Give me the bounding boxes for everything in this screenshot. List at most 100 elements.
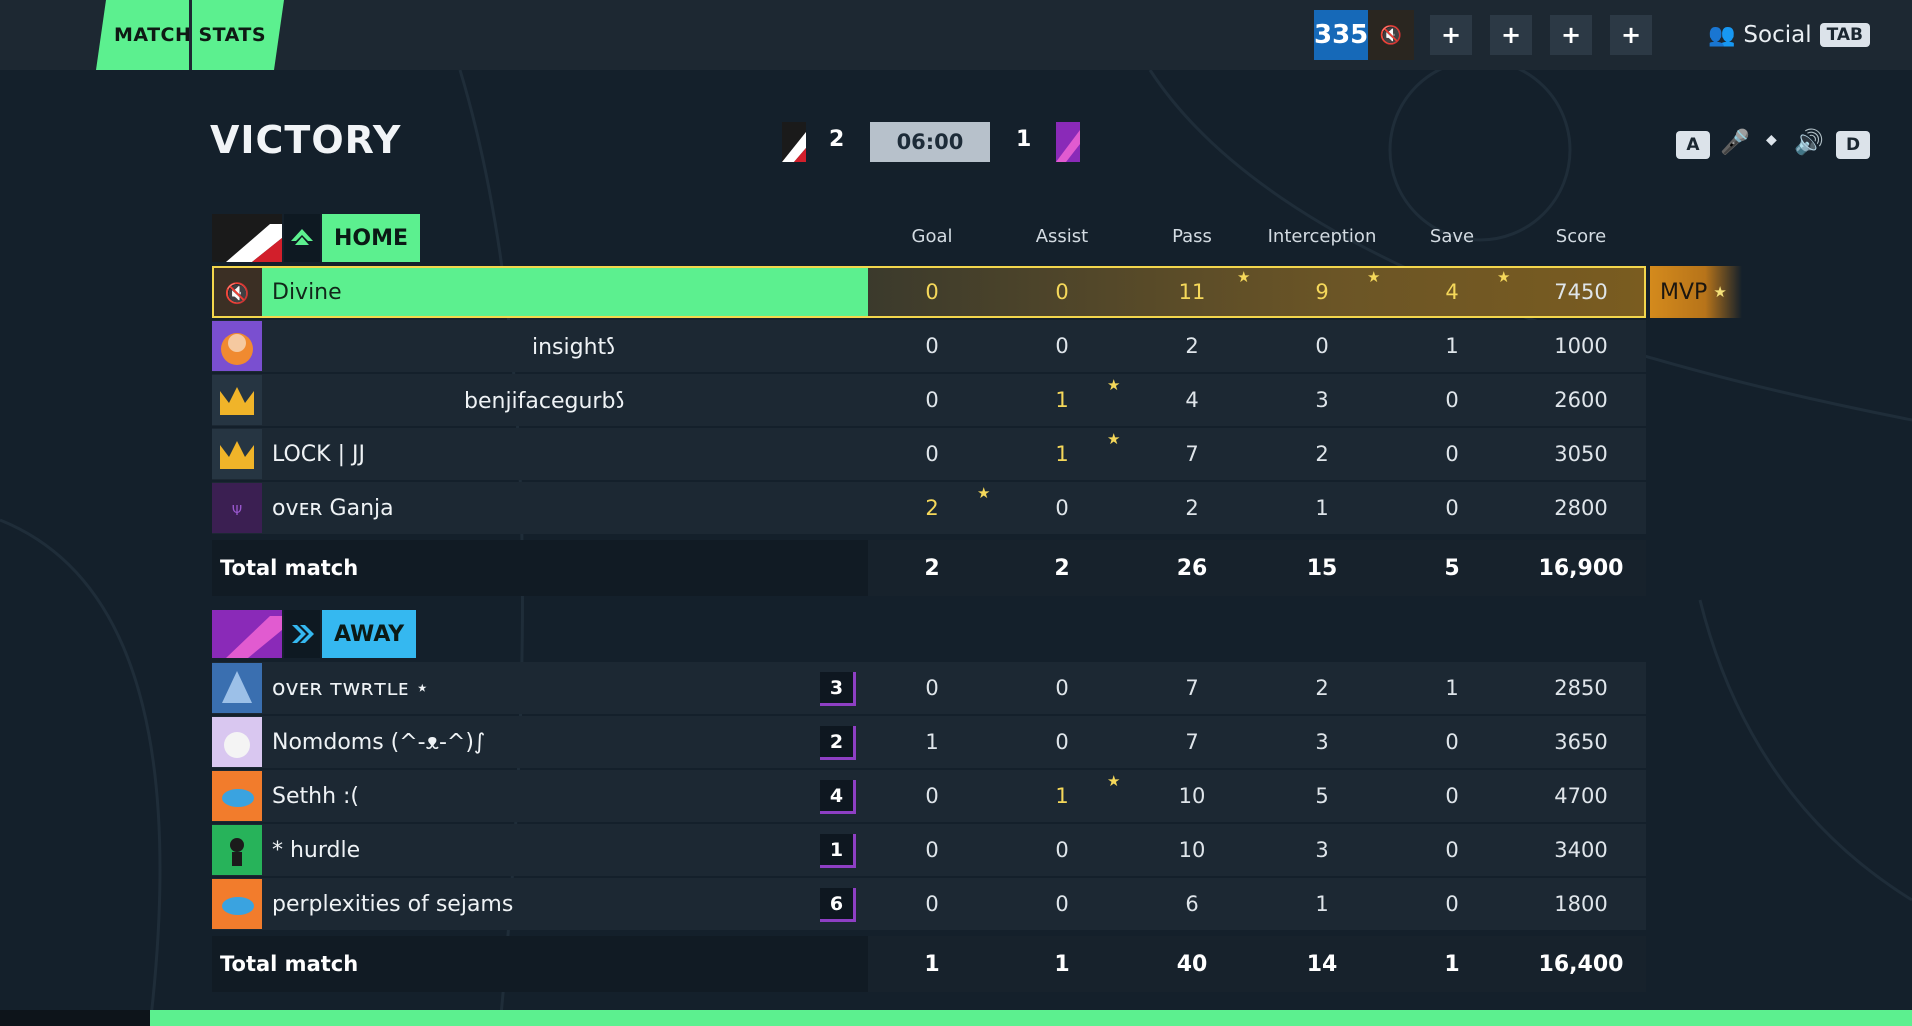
star-icon: ★	[1107, 772, 1121, 790]
player-name: insight𐑕	[532, 335, 615, 360]
a-key-hint[interactable]: A	[1676, 131, 1710, 159]
stat-pass: 10	[1178, 784, 1206, 808]
stat-interception: 3	[1315, 730, 1329, 754]
player-avatar	[212, 375, 262, 425]
tab-key-hint: TAB	[1819, 23, 1870, 47]
match-result: VICTORY	[210, 118, 402, 162]
stat-interception: 5	[1315, 784, 1329, 808]
speaker-icon[interactable]: 🔊	[1794, 128, 1824, 156]
stat-pass: 7	[1185, 676, 1199, 700]
star-icon: ★	[977, 484, 991, 502]
player-rank-badge: 1	[820, 834, 856, 868]
mic-muted-icon[interactable]: 🎤	[1720, 128, 1750, 156]
stat-goal: 0	[925, 838, 939, 862]
match-stats-tab[interactable]: MATCH STATS	[96, 0, 284, 70]
mvp-star-icon: ★	[1713, 283, 1727, 301]
stat-pass: 6	[1185, 892, 1199, 916]
home-team-header: HOME	[212, 214, 421, 262]
away-player-row[interactable]: ᴏᴠᴇʀ ᴛᴡʀᴛʟᴇ ⋆ 3 0 0 7 2 1 2850	[212, 662, 1646, 714]
home-player-row[interactable]: Ψᴏᴠᴇʀ Ganja 2 ★ 0 2 1 0 2800	[212, 482, 1646, 534]
bottom-left-bar	[0, 1010, 150, 1026]
add-party-member-button-4[interactable]: +	[1610, 15, 1652, 55]
away-emblem-icon	[284, 610, 320, 658]
home-team-name: HOME	[322, 214, 421, 262]
total-label: Total match	[220, 556, 359, 580]
stat-pass: 2	[1185, 496, 1199, 520]
stat-goal: 0	[925, 892, 939, 916]
stat-goal: 0	[925, 676, 939, 700]
player-rank-badge: 6	[820, 888, 856, 922]
add-party-member-button-2[interactable]: +	[1490, 15, 1532, 55]
column-header-goal: Goal	[911, 226, 953, 247]
add-party-member-button-3[interactable]: +	[1550, 15, 1592, 55]
stat-pass: 10	[1178, 838, 1206, 862]
star-icon: ★	[1107, 376, 1121, 394]
top-bar: MATCH STATS 335 🔇 + + + + 👥 Social TAB	[0, 0, 1912, 70]
stat-score: 2600	[1554, 388, 1608, 412]
away-score: 1	[1016, 127, 1032, 152]
total-pass: 26	[1176, 555, 1208, 581]
stat-score: 3650	[1554, 730, 1608, 754]
match-stats-label: MATCH STATS	[113, 24, 267, 46]
stat-save: 0	[1445, 496, 1459, 520]
away-team-name: AWAY	[322, 610, 417, 658]
total-pass: 40	[1176, 951, 1208, 977]
stat-interception: 0	[1315, 334, 1329, 358]
player-name: Sethh :(	[272, 783, 360, 809]
stat-score: 1000	[1554, 334, 1608, 358]
add-party-member-button-1[interactable]: +	[1430, 15, 1472, 55]
total-save: 1	[1444, 951, 1460, 977]
home-player-row[interactable]: benjifacegurb𐑕 0 1 ★ 4 3 0 2600	[212, 374, 1646, 426]
stat-score: 7450	[1554, 280, 1608, 304]
home-player-row[interactable]: 🔇 Divine 0 0 11 ★ 9 ★ 4 ★ 7450	[212, 266, 1646, 318]
stat-score: 3400	[1554, 838, 1608, 862]
stat-goal: 1	[925, 730, 939, 754]
player-name: Divine	[272, 279, 342, 305]
stat-assist: 0	[1055, 280, 1069, 304]
star-icon: ★	[1237, 268, 1251, 286]
away-player-row[interactable]: perplexities of sejams 6 0 0 6 1 0 1800	[212, 878, 1646, 930]
stat-pass: 2	[1185, 334, 1199, 358]
away-player-row[interactable]: Nomdoms (^-ᴥ-^)∫ 2 1 0 7 3 0 3650	[212, 716, 1646, 768]
away-player-row[interactable]: * hurdle 1 0 0 10 3 0 3400	[212, 824, 1646, 876]
stat-goal: 0	[925, 334, 939, 358]
stat-assist: 0	[1055, 892, 1069, 916]
stat-goal: 0	[925, 442, 939, 466]
stat-interception: 3	[1315, 388, 1329, 412]
column-header-save: Save	[1429, 226, 1475, 247]
total-interception: 15	[1306, 555, 1338, 581]
stat-interception: 1	[1315, 892, 1329, 916]
player-avatar	[212, 879, 262, 929]
home-player-row[interactable]: insight𐑕 0 0 2 0 1 1000	[212, 320, 1646, 372]
player-avatar	[212, 771, 262, 821]
away-team-flag-icon	[212, 610, 282, 658]
column-header-assist: Assist	[1035, 226, 1089, 247]
column-header-score: Score	[1555, 226, 1607, 247]
star-icon: ★	[1367, 268, 1381, 286]
home-player-row[interactable]: LOCK | JJ 0 1 ★ 7 2 0 3050	[212, 428, 1646, 480]
match-timer: 06:00	[870, 122, 990, 162]
stat-save: 0	[1445, 892, 1459, 916]
player-name: Nomdoms (^-ᴥ-^)∫	[272, 730, 486, 755]
d-key-hint[interactable]: D	[1836, 131, 1870, 159]
home-score: 2	[829, 127, 845, 152]
player-avatar	[212, 825, 262, 875]
social-button[interactable]: 👥 Social TAB	[1708, 18, 1870, 52]
total-interception: 14	[1306, 951, 1338, 977]
player-avatar	[212, 717, 262, 767]
player-rank-badge: 3	[820, 672, 856, 706]
stat-save: 1	[1445, 676, 1459, 700]
player-level: 335	[1314, 20, 1369, 50]
stat-interception: 2	[1315, 676, 1329, 700]
star-icon: ★	[1497, 268, 1511, 286]
total-score: 16,400	[1538, 951, 1624, 977]
social-label: Social	[1743, 22, 1812, 48]
away-player-row[interactable]: Sethh :(4 0 1 ★ 10 5 0 4700	[212, 770, 1646, 822]
player-rank-badge: 4	[820, 780, 856, 814]
player-avatar	[212, 663, 262, 713]
stat-goal: 0	[925, 388, 939, 412]
stat-save: 0	[1445, 784, 1459, 808]
stat-score: 3050	[1554, 442, 1608, 466]
stat-save: 0	[1445, 838, 1459, 862]
stat-assist: 0	[1055, 334, 1069, 358]
